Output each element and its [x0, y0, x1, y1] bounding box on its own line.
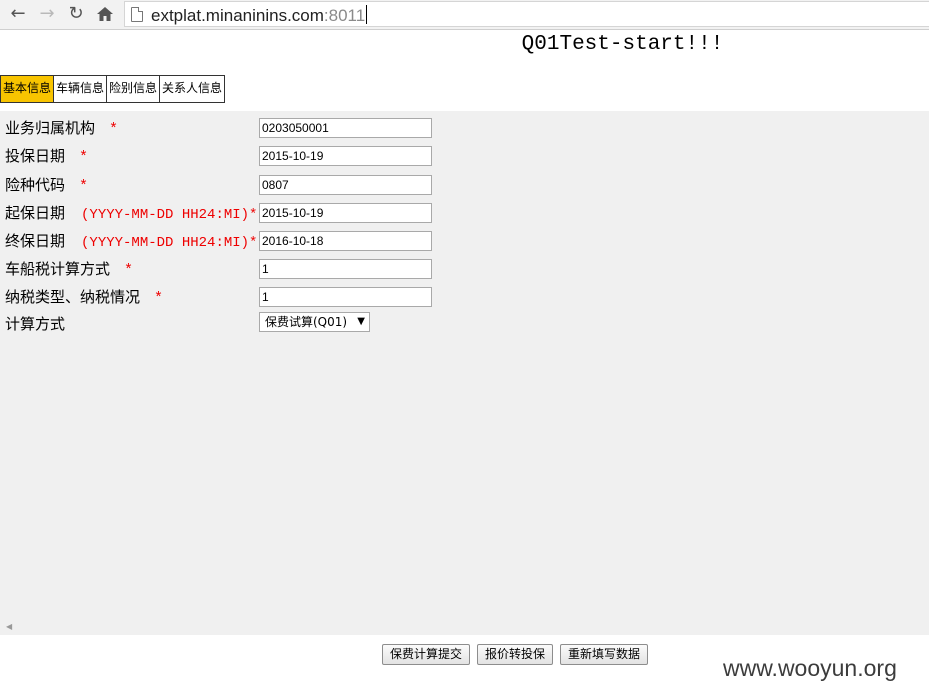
calc-method-selected: 保费试算(Q01)	[265, 315, 348, 329]
form-panel: 业务归属机构 * 投保日期 * 险种代码 * 起保日期 (YYYY-MM-DD HH24…	[0, 111, 929, 635]
home-icon[interactable]	[94, 3, 116, 25]
field-label-text: 投保日期	[5, 147, 66, 165]
watermark: www.wooyun.org	[723, 655, 897, 681]
text-caret	[366, 5, 368, 24]
dropdown-arrow-icon: ▼	[357, 316, 365, 327]
field-label-text: 险种代码	[5, 176, 66, 194]
form-row-apply-date: 投保日期 *	[0, 142, 929, 166]
vessel-tax-method-input[interactable]	[259, 259, 432, 279]
field-label: 纳税类型、纳税情况 *	[5, 286, 163, 307]
form-row-end-date: 终保日期 (YYYY-MM-DD HH24:MI)*	[0, 227, 929, 251]
field-label: 险种代码 *	[5, 174, 88, 195]
required-mark: *	[154, 290, 164, 307]
date-format-hint: (YYYY-MM-DD HH24:MI)*	[81, 207, 258, 223]
field-label-text: 车船税计算方式	[5, 260, 111, 278]
calc-method-label: 计算方式	[5, 315, 66, 333]
end-date-input[interactable]	[259, 231, 432, 251]
field-label: 投保日期 *	[5, 145, 88, 166]
page-document-icon	[131, 7, 143, 22]
form-row-calc-method: 计算方式 保费试算(Q01) ▼	[0, 310, 929, 334]
browser-toolbar: ← → ↻ extplat.minaninins.com:8011	[0, 0, 929, 30]
required-mark: *	[79, 149, 89, 166]
field-label-text: 起保日期	[5, 204, 66, 222]
form-row-risk-code: 险种代码 *	[0, 171, 929, 195]
required-mark: *	[124, 262, 134, 279]
field-label-text: 终保日期	[5, 232, 66, 250]
field-label: 终保日期 (YYYY-MM-DD HH24:MI)*	[5, 230, 257, 251]
forward-arrow-icon[interactable]: →	[36, 3, 58, 25]
reload-icon[interactable]: ↻	[65, 3, 87, 25]
url-host: extplat.minaninins.com	[151, 6, 324, 25]
start-date-input[interactable]	[259, 203, 432, 223]
field-label-text: 纳税类型、纳税情况	[5, 288, 141, 306]
scroll-left-arrow-icon[interactable]: ◀	[6, 622, 12, 631]
field-label: 车船税计算方式 *	[5, 258, 133, 279]
required-mark: *	[109, 121, 119, 138]
tab-basic-info[interactable]: 基本信息	[1, 76, 55, 102]
tab-coverage-info[interactable]: 险别信息	[107, 76, 161, 102]
field-label: 起保日期 (YYYY-MM-DD HH24:MI)*	[5, 202, 257, 223]
field-label-text: 业务归属机构	[5, 119, 96, 137]
tab-party-info[interactable]: 关系人信息	[160, 76, 225, 102]
form-row-tax-type: 纳税类型、纳税情况 *	[0, 283, 929, 307]
address-bar[interactable]: extplat.minaninins.com:8011	[124, 1, 929, 27]
submit-premium-calc-button[interactable]: 保费计算提交	[382, 644, 471, 665]
apply-date-input[interactable]	[259, 146, 432, 166]
required-mark: *	[79, 178, 89, 195]
tab-vehicle-info[interactable]: 车辆信息	[54, 76, 108, 102]
quote-to-insure-button[interactable]: 报价转投保	[477, 644, 554, 665]
risk-code-input[interactable]	[259, 175, 432, 195]
form-row-start-date: 起保日期 (YYYY-MM-DD HH24:MI)*	[0, 199, 929, 223]
field-label: 业务归属机构 *	[5, 117, 118, 138]
date-format-hint: (YYYY-MM-DD HH24:MI)*	[81, 235, 258, 251]
url-port: :8011	[323, 6, 366, 25]
form-row-vessel-tax: 车船税计算方式 *	[0, 255, 929, 279]
form-row-org: 业务归属机构 *	[0, 114, 929, 138]
org-code-input[interactable]	[259, 118, 432, 138]
tab-bar: 基本信息 车辆信息 险别信息 关系人信息	[0, 75, 226, 103]
url-text: extplat.minaninins.com:8011	[151, 5, 368, 26]
calc-method-select[interactable]: 保费试算(Q01) ▼	[259, 312, 370, 332]
tax-type-input[interactable]	[259, 287, 432, 307]
back-arrow-icon[interactable]: ←	[7, 3, 29, 25]
page-title: Q01Test-start!!!	[521, 33, 724, 56]
refill-data-button[interactable]: 重新填写数据	[560, 644, 649, 665]
action-buttons: 保费计算提交 报价转投保 重新填写数据	[382, 644, 649, 665]
